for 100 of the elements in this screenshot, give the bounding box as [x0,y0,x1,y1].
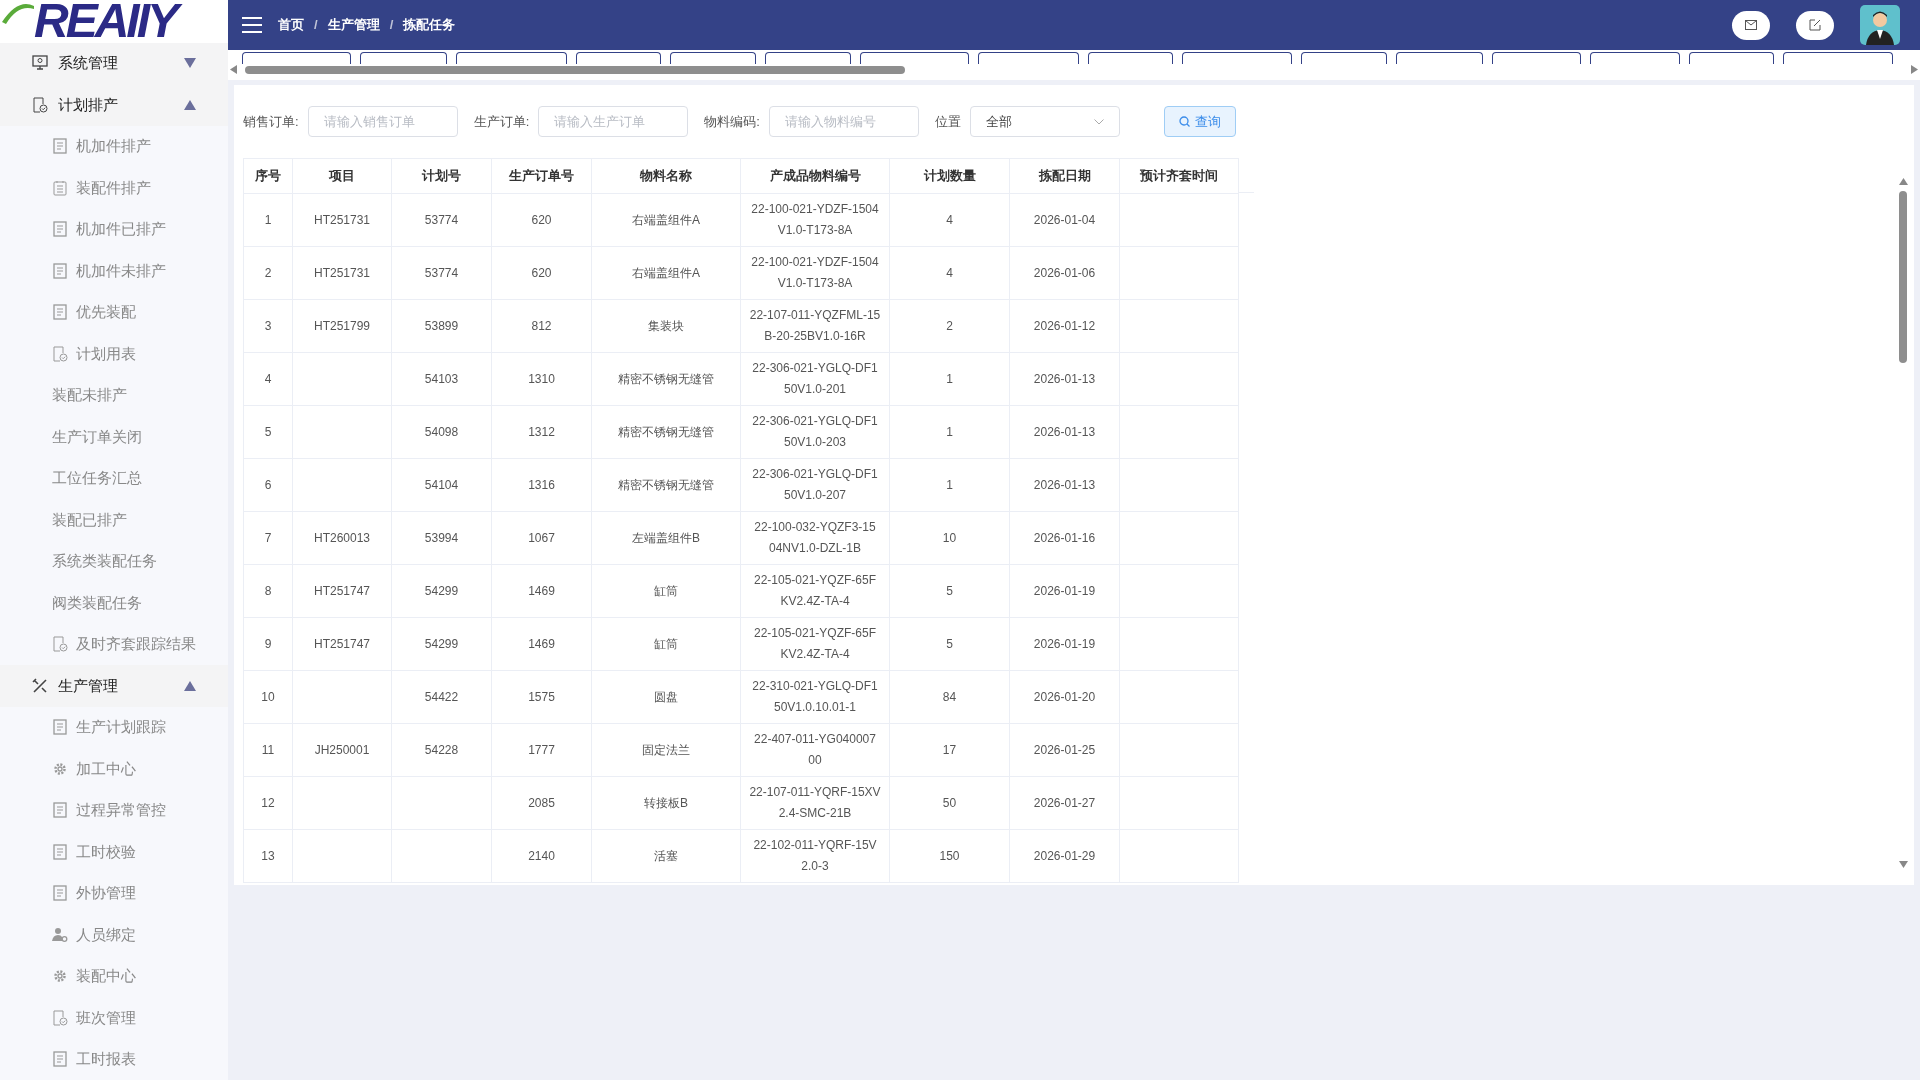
table-cell: 2 [243,246,293,300]
tab[interactable] [1590,52,1680,64]
sidebar-item[interactable]: 机加件排产 [0,125,228,167]
tab[interactable] [576,52,661,64]
horizontal-scrollbar[interactable] [245,66,905,74]
sidebar-item[interactable]: 优先装配 [0,291,228,333]
sidebar-group[interactable]: 系统管理 [0,42,228,84]
avatar[interactable] [1860,5,1900,45]
sidebar-item[interactable]: 机加件未排产 [0,250,228,292]
item-label: 及时齐套跟踪结果 [76,634,196,654]
sidebar-item[interactable]: 装配未排产 [0,374,228,416]
table-cell: 22-105-021-YQZF-65F KV2.4Z-TA-4 [740,617,890,671]
tab[interactable] [456,52,567,64]
scroll-down-icon[interactable] [1899,861,1908,868]
sidebar-item[interactable]: 生产订单关闭 [0,416,228,458]
tab[interactable] [1396,52,1483,64]
table-cell: 1316 [491,458,592,512]
mail-button[interactable] [1732,10,1770,40]
document-icon [52,719,68,736]
table-cell: 精密不锈钢无缝管 [591,458,741,512]
table-cell: 2026-01-19 [1009,564,1120,618]
table-cell: 1310 [491,352,592,406]
sidebar-item[interactable]: 机加件已排产 [0,208,228,250]
group-label: 生产管理 [58,675,118,696]
clipboard-icon [52,179,68,196]
table-cell: 12 [243,776,293,830]
location-select[interactable]: 全部 [969,106,1120,137]
person-gear-icon [52,926,68,943]
scroll-right-icon[interactable] [1911,65,1918,74]
input-field[interactable]: 请输入物料编号 [768,106,919,137]
tab[interactable] [1088,52,1173,64]
sidebar-item[interactable]: 过程异常管控 [0,789,228,831]
table-cell: 圆盘 [591,670,741,724]
tab[interactable] [242,52,351,64]
table-cell: HT260013 [292,511,392,565]
tab[interactable] [1492,52,1581,64]
search-button[interactable]: 查询 [1163,106,1236,137]
sidebar-item[interactable]: 装配已排产 [0,499,228,541]
table-cell: 53899 [391,299,492,353]
column-header: 物料名称 [591,158,741,194]
breadcrumb-link[interactable]: 生产管理 [327,15,380,35]
table-cell: 54422 [391,670,492,724]
tab[interactable] [1783,52,1893,64]
input-field[interactable]: 请输入销售订单 [307,106,458,137]
tab[interactable] [978,52,1079,64]
input-field[interactable]: 请输入生产订单 [538,106,689,137]
document-icon [52,802,68,819]
sidebar-item[interactable]: 及时齐套跟踪结果 [0,623,228,665]
sidebar-item[interactable]: 装配中心 [0,955,228,997]
column-header: 项目 [292,158,392,194]
item-label: 班次管理 [76,1007,136,1028]
tab[interactable] [1301,52,1387,64]
document-icon [52,221,68,238]
table-cell: 精密不锈钢无缝管 [591,405,741,459]
table-cell: 1 [243,193,293,247]
tab[interactable] [765,52,851,64]
sidebar-item[interactable]: 工位任务汇总 [0,457,228,499]
item-label: 生产计划跟踪 [76,717,166,737]
breadcrumb-link[interactable]: 拣配任务 [403,15,456,35]
sidebar-item[interactable]: 系统类装配任务 [0,540,228,582]
sidebar-item[interactable]: 计划用表 [0,333,228,375]
sidebar-item[interactable]: 阀类装配任务 [0,582,228,624]
column-header: 拣配日期 [1009,158,1120,194]
item-label: 机加件排产 [76,136,151,156]
sidebar-group[interactable]: 计划排产 [0,84,228,126]
menu-icon[interactable] [242,17,262,33]
breadcrumb-link[interactable]: 首页 [278,15,304,35]
table-cell: 2026-01-20 [1009,670,1120,724]
sidebar-item[interactable]: 外协管理 [0,872,228,914]
sidebar-item[interactable]: 工时报表 [0,1038,228,1080]
scroll-up-icon[interactable] [1899,178,1908,185]
sidebar-item[interactable]: 加工中心 [0,748,228,790]
document-icon [52,304,68,321]
dropdown-caret-icon [1093,118,1104,125]
tab[interactable] [670,52,756,64]
column-header: 计划数量 [889,158,1010,194]
document-check-icon [52,1009,68,1026]
sidebar-item[interactable]: 工时校验 [0,831,228,873]
group-label: 计划排产 [58,94,118,115]
tab[interactable] [860,52,969,64]
table-cell: 4 [889,246,1010,300]
sidebar-item[interactable]: 装配件排产 [0,167,228,209]
column-header: 生产订单号 [491,158,592,194]
sidebar-item[interactable]: 人员绑定 [0,914,228,956]
vertical-scrollbar[interactable] [1899,191,1907,363]
sidebar-item[interactable]: 生产计划跟踪 [0,706,228,748]
tab[interactable] [1182,52,1292,64]
sidebar-group[interactable]: 生产管理 [0,665,228,707]
table-cell: 2026-01-29 [1009,829,1120,883]
column-header: 计划号 [391,158,492,194]
tab[interactable] [360,52,447,64]
scroll-left-icon[interactable] [230,65,237,74]
sidebar-item[interactable]: 班次管理 [0,997,228,1039]
search-icon [1178,116,1190,127]
edit-button[interactable] [1796,10,1834,40]
table-cell: 2 [889,299,1010,353]
table-cell: 2026-01-13 [1009,458,1120,512]
table-cell: HT251747 [292,617,392,671]
item-label: 装配中心 [76,966,136,986]
tab[interactable] [1689,52,1774,64]
